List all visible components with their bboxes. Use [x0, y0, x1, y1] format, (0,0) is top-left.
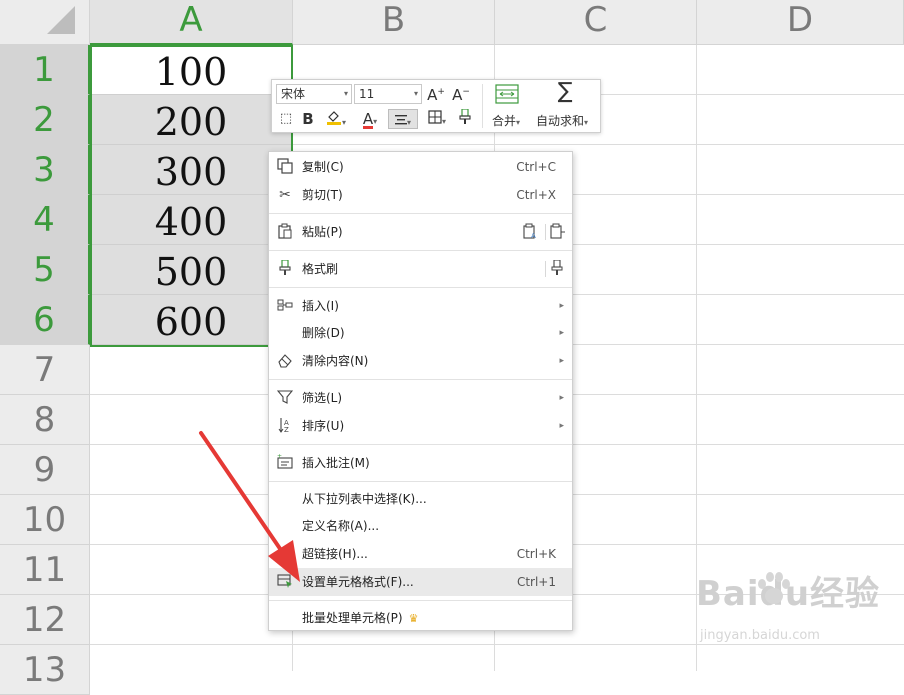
- paw-icon: [758, 572, 790, 604]
- baidu-watermark: Baidu经验 jingyan.baidu.com: [696, 566, 880, 643]
- watermark-url: jingyan.baidu.com: [700, 628, 820, 643]
